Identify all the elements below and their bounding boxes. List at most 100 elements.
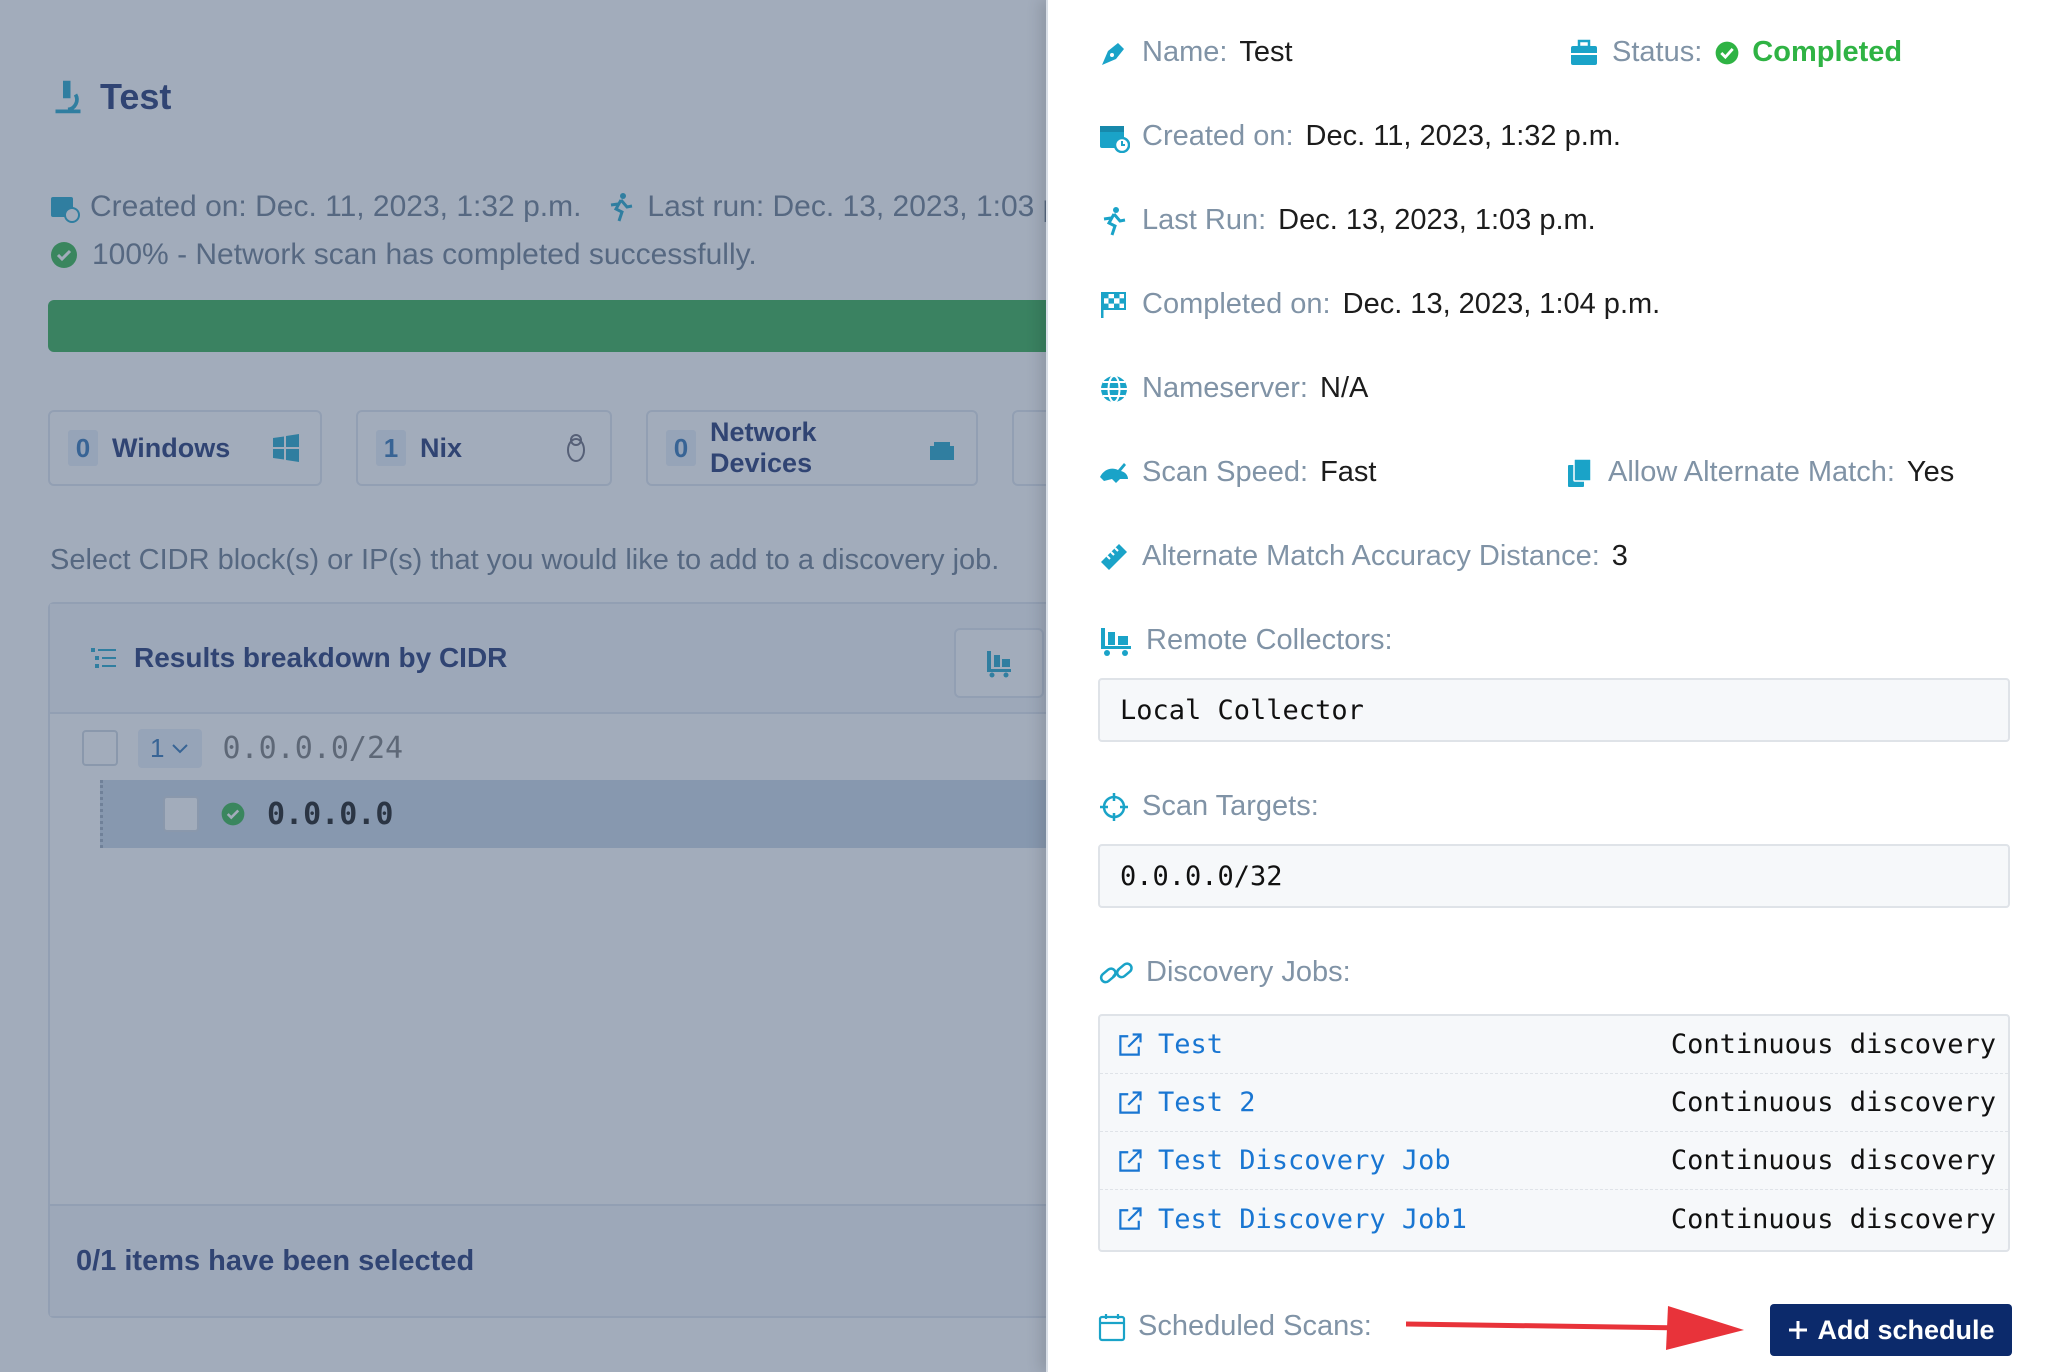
job-name: Test bbox=[1158, 1029, 1224, 1060]
job-link[interactable]: Test 2 bbox=[1116, 1087, 1671, 1118]
calendar-clock-icon bbox=[51, 197, 80, 223]
created-label: Created on: bbox=[1142, 120, 1294, 152]
completed-value: Dec. 13, 2023, 1:04 p.m. bbox=[1342, 288, 1661, 320]
running-icon bbox=[1103, 206, 1126, 235]
microscope-icon bbox=[55, 80, 81, 114]
alternate-match-value: Yes bbox=[1906, 456, 1955, 488]
dolly-icon bbox=[1101, 627, 1131, 656]
linux-icon bbox=[567, 434, 585, 462]
name-field: Name: Test bbox=[1098, 36, 1293, 69]
host-row[interactable]: 0.0.0.0 bbox=[100, 780, 1048, 848]
os-card-network-devices[interactable]: 0 Network Devices bbox=[646, 410, 978, 486]
cidr-checkbox[interactable] bbox=[82, 730, 118, 766]
check-badge-icon bbox=[51, 242, 77, 268]
collectors-box: Local Collector bbox=[1098, 678, 2010, 742]
created-on-text: Created on: Dec. 11, 2023, 1:32 p.m. bbox=[90, 190, 582, 223]
accuracy-value: 3 bbox=[1611, 540, 1628, 572]
scan-targets-field: Scan Targets: bbox=[1098, 790, 1319, 823]
last-run-label: Last Run: bbox=[1142, 204, 1267, 236]
os-card-more[interactable] bbox=[1012, 410, 1048, 486]
cidr-text: 0.0.0.0/24 bbox=[222, 730, 404, 766]
instruction-text: Select CIDR block(s) or IP(s) that you w… bbox=[50, 544, 1000, 576]
remote-collectors-field: Remote Collectors: bbox=[1098, 624, 1393, 657]
scheduled-scans-field: Scheduled Scans: bbox=[1098, 1310, 1372, 1343]
job-type: Continuous discovery bbox=[1670, 1203, 1996, 1235]
scan-speed-field: Scan Speed: Fast bbox=[1098, 456, 1376, 489]
targets-box: 0.0.0.0/32 bbox=[1098, 844, 2010, 908]
nameserver-field: Nameserver: N/A bbox=[1098, 372, 1368, 405]
last-run-field: Last Run: Dec. 13, 2023, 1:03 p.m. bbox=[1098, 204, 1596, 237]
scan-speed-label: Scan Speed: bbox=[1142, 456, 1309, 488]
created-value: Dec. 11, 2023, 1:32 p.m. bbox=[1305, 120, 1621, 152]
alternate-match-label: Allow Alternate Match: bbox=[1608, 456, 1895, 488]
scan-status: 100% - Network scan has completed succes… bbox=[48, 238, 757, 272]
ruler-icon bbox=[1101, 543, 1127, 570]
link-icon bbox=[1099, 961, 1133, 983]
scan-speed-value: Fast bbox=[1320, 456, 1377, 488]
scan-details-drawer: Name: Test Status: Completed Created on:… bbox=[1046, 0, 2046, 1372]
os-card-windows[interactable]: 0 Windows bbox=[48, 410, 322, 486]
list-item: Test 2 Continuous discovery bbox=[1100, 1074, 2008, 1132]
results-panel: Results breakdown by CIDR 1 0.0.0.0/24 0… bbox=[48, 602, 1048, 1318]
annotation-arrow-icon bbox=[1406, 1306, 1744, 1350]
check-badge-icon bbox=[221, 802, 245, 826]
status-field: Status: Completed bbox=[1568, 36, 1902, 69]
name-value: Test bbox=[1239, 36, 1293, 68]
os-count: 1 bbox=[376, 430, 406, 466]
status-value: Completed bbox=[1752, 36, 1903, 68]
list-item: Test Discovery Job1 Continuous discovery bbox=[1100, 1190, 2008, 1248]
globe-icon bbox=[1101, 374, 1127, 403]
accuracy-distance-field: Alternate Match Accuracy Distance: 3 bbox=[1098, 540, 1628, 573]
page-title-text: Test bbox=[100, 76, 172, 117]
running-icon bbox=[611, 193, 633, 222]
briefcase-icon bbox=[1571, 39, 1597, 65]
external-link-icon bbox=[1119, 1148, 1142, 1172]
status-label: Status: bbox=[1612, 36, 1703, 68]
results-title-text: Results breakdown by CIDR bbox=[134, 642, 508, 673]
job-link[interactable]: Test bbox=[1116, 1029, 1671, 1060]
chevron-down-icon bbox=[172, 744, 189, 754]
scan-results-page: Test Created on: Dec. 11, 2023, 1:32 p.m… bbox=[0, 0, 1048, 1372]
crosshairs-icon bbox=[1100, 792, 1128, 821]
checkered-flag-icon bbox=[1101, 291, 1126, 318]
completed-on-field: Completed on: Dec. 13, 2023, 1:04 p.m. bbox=[1098, 288, 1660, 321]
pen-nib-icon bbox=[1102, 42, 1124, 65]
completed-label: Completed on: bbox=[1142, 288, 1331, 320]
job-type: Continuous discovery bbox=[1670, 1029, 1996, 1060]
job-name: Test Discovery Job bbox=[1158, 1145, 1451, 1176]
os-name: Network Devices bbox=[710, 417, 817, 478]
os-count: 0 bbox=[68, 430, 98, 466]
cidr-row: 1 0.0.0.0/24 bbox=[50, 716, 1048, 780]
os-card-nix[interactable]: 1 Nix bbox=[356, 410, 612, 486]
plus-icon bbox=[1789, 1321, 1808, 1339]
rabbit-running-icon bbox=[1100, 462, 1128, 483]
cidr-expand-toggle[interactable]: 1 bbox=[138, 728, 203, 768]
external-link-icon bbox=[1119, 1207, 1142, 1230]
collectors-label: Remote Collectors: bbox=[1146, 624, 1393, 656]
job-link[interactable]: Test Discovery Job1 bbox=[1116, 1204, 1671, 1235]
os-name: Nix bbox=[420, 432, 463, 463]
targets-label: Scan Targets: bbox=[1142, 790, 1319, 822]
status-text: 100% - Network scan has completed succes… bbox=[92, 238, 757, 271]
calendar-clock-icon bbox=[1100, 125, 1130, 153]
ethernet-icon bbox=[930, 442, 954, 460]
host-checkbox[interactable] bbox=[163, 796, 199, 832]
add-schedule-label: Add schedule bbox=[1817, 1314, 1995, 1345]
job-name: Test Discovery Job1 bbox=[1158, 1203, 1467, 1235]
copy-files-icon bbox=[1568, 457, 1592, 487]
scheduled-label: Scheduled Scans: bbox=[1138, 1310, 1372, 1342]
collectors-value: Local Collector bbox=[1120, 694, 1364, 726]
scan-meta: Created on: Dec. 11, 2023, 1:32 p.m. Las… bbox=[48, 190, 1048, 224]
calendar-icon bbox=[1098, 1313, 1126, 1341]
collectors-button[interactable] bbox=[954, 628, 1044, 698]
created-on-field: Created on: Dec. 11, 2023, 1:32 p.m. bbox=[1098, 120, 1621, 153]
windows-icon bbox=[273, 434, 299, 462]
name-label: Name: bbox=[1142, 36, 1228, 68]
page-title: Test bbox=[48, 76, 171, 118]
external-link-icon bbox=[1119, 1090, 1142, 1114]
cidr-count: 1 bbox=[150, 732, 165, 763]
selection-summary: 0/1 items have been selected bbox=[50, 1204, 1048, 1316]
job-link[interactable]: Test Discovery Job bbox=[1116, 1145, 1671, 1176]
add-schedule-button[interactable]: Add schedule bbox=[1770, 1304, 2012, 1356]
discovery-jobs-list: Test Continuous discovery Test 2 Continu… bbox=[1098, 1014, 2010, 1252]
